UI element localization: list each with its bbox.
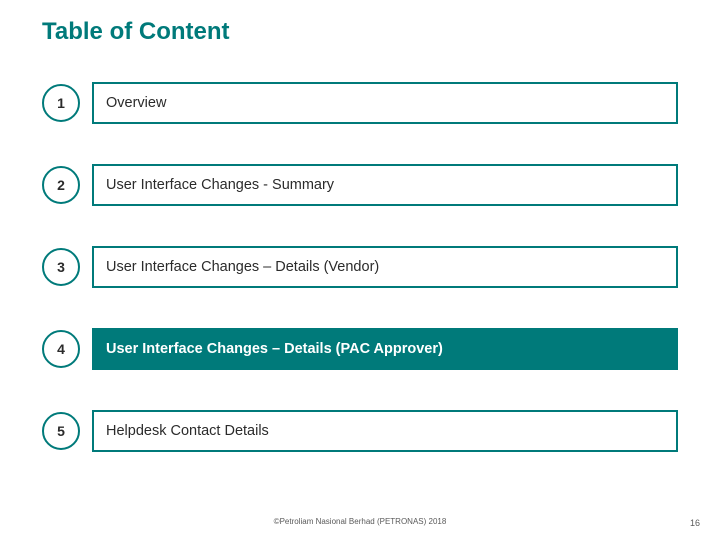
toc-row: 4 User Interface Changes – Details (PAC … — [42, 324, 678, 374]
toc-item-helpdesk[interactable]: Helpdesk Contact Details — [92, 410, 678, 452]
toc-number: 5 — [42, 412, 80, 450]
toc-row: 1 Overview — [42, 78, 678, 128]
toc-number: 3 — [42, 248, 80, 286]
page-number: 16 — [690, 518, 700, 528]
toc-number: 1 — [42, 84, 80, 122]
toc-item-overview[interactable]: Overview — [92, 82, 678, 124]
footer-copyright: ©Petroliam Nasional Berhad (PETRONAS) 20… — [0, 517, 720, 526]
toc-item-ui-changes-summary[interactable]: User Interface Changes - Summary — [92, 164, 678, 206]
page-title: Table of Content — [42, 18, 230, 46]
toc-row: 5 Helpdesk Contact Details — [42, 406, 678, 456]
toc-row: 2 User Interface Changes - Summary — [42, 160, 678, 210]
toc-item-ui-changes-vendor[interactable]: User Interface Changes – Details (Vendor… — [92, 246, 678, 288]
toc-item-ui-changes-pac-approver[interactable]: User Interface Changes – Details (PAC Ap… — [92, 328, 678, 370]
toc-row: 3 User Interface Changes – Details (Vend… — [42, 242, 678, 292]
toc-number: 2 — [42, 166, 80, 204]
toc-list: 1 Overview 2 User Interface Changes - Su… — [42, 78, 678, 488]
toc-number: 4 — [42, 330, 80, 368]
slide: Table of Content 1 Overview 2 User Inter… — [0, 0, 720, 540]
